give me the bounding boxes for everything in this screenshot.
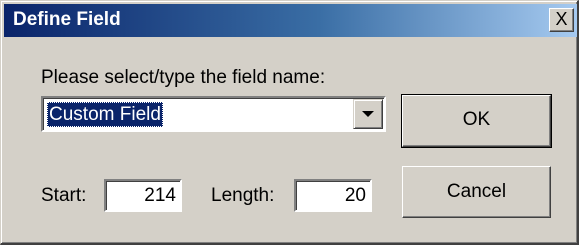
length-label: Length: [211, 185, 275, 206]
define-field-dialog: Define Field X Please select/type the fi… [0, 0, 579, 245]
start-label: Start: [41, 185, 87, 206]
cancel-button[interactable]: Cancel [402, 166, 551, 218]
start-input[interactable]: 214 [104, 179, 182, 212]
close-button[interactable]: X [549, 8, 574, 32]
field-name-value[interactable]: Custom Field [47, 102, 163, 127]
field-name-prompt: Please select/type the field name: [41, 67, 326, 88]
field-name-combobox[interactable]: Custom Field [41, 96, 386, 132]
dropdown-button[interactable] [353, 99, 383, 129]
title-bar[interactable]: Define Field X [4, 4, 577, 37]
length-input[interactable]: 20 [294, 179, 372, 212]
close-icon: X [555, 9, 568, 29]
ok-button[interactable]: OK [401, 94, 552, 148]
window-title: Define Field [13, 9, 121, 30]
chevron-down-icon [362, 111, 374, 117]
